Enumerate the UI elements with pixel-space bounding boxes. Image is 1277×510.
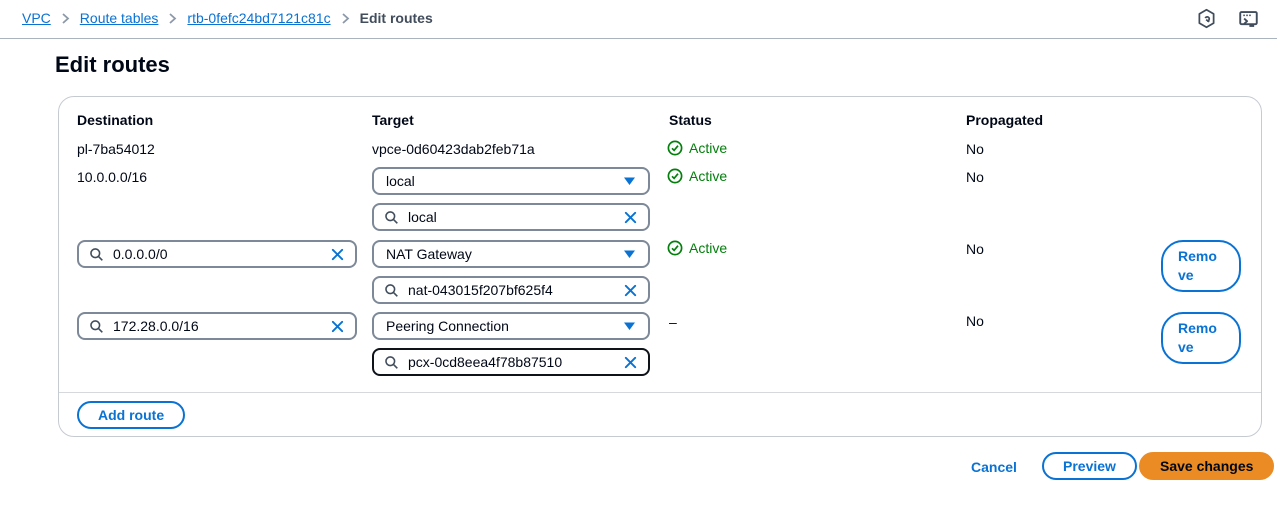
status-cell: Active: [667, 168, 727, 184]
page-title: Edit routes: [55, 52, 170, 78]
destination-input[interactable]: [113, 318, 321, 334]
search-icon: [384, 283, 399, 298]
clear-icon[interactable]: [330, 319, 345, 334]
target-select-value: local: [386, 173, 415, 189]
caret-down-icon: [623, 176, 636, 186]
target-search-input[interactable]: [408, 282, 614, 298]
propagated-text: No: [966, 313, 984, 329]
target-search-input[interactable]: [408, 209, 614, 225]
search-icon: [384, 210, 399, 225]
column-header-status: Status: [669, 112, 712, 128]
destination-search: [77, 312, 357, 340]
caret-down-icon: [623, 321, 636, 331]
target-search: [372, 276, 650, 304]
status-cell: Active: [667, 240, 727, 256]
status-label: Active: [689, 240, 727, 256]
route-destination-text: pl-7ba54012: [77, 141, 155, 157]
chevron-right-icon: [340, 12, 351, 25]
preview-button[interactable]: Preview: [1042, 452, 1137, 480]
caret-down-icon: [623, 249, 636, 259]
propagated-text: No: [966, 141, 984, 157]
breadcrumb: VPC Route tables rtb-0fefc24bd7121c81c E…: [22, 10, 433, 26]
status-active-icon: [667, 140, 683, 156]
target-select[interactable]: NAT Gateway: [372, 240, 650, 268]
chevron-right-icon: [60, 12, 71, 25]
clear-icon[interactable]: [623, 355, 638, 370]
card-divider: [59, 392, 1261, 393]
breadcrumb-route-table-id[interactable]: rtb-0fefc24bd7121c81c: [187, 10, 330, 26]
target-select-value: NAT Gateway: [386, 246, 472, 262]
propagated-text: No: [966, 241, 984, 257]
target-search: [372, 348, 650, 376]
breadcrumb-vpc[interactable]: VPC: [22, 10, 51, 26]
target-select[interactable]: local: [372, 167, 650, 195]
topbar-icons: [1197, 8, 1259, 29]
status-label: Active: [689, 140, 727, 156]
column-header-destination: Destination: [77, 112, 153, 128]
target-search: [372, 203, 650, 231]
remove-route-button[interactable]: Remove: [1161, 312, 1241, 364]
search-icon: [384, 355, 399, 370]
breadcrumb-route-tables[interactable]: Route tables: [80, 10, 159, 26]
status-label: –: [669, 314, 677, 330]
destination-input[interactable]: [113, 246, 321, 262]
search-icon: [89, 247, 104, 262]
status-label: Active: [689, 168, 727, 184]
status-active-icon: [667, 240, 683, 256]
route-destination-text: 10.0.0.0/16: [77, 169, 147, 185]
breadcrumb-bar: VPC Route tables rtb-0fefc24bd7121c81c E…: [0, 0, 1277, 39]
status-cell: Active: [667, 140, 727, 156]
cloudshell-icon[interactable]: [1238, 9, 1259, 29]
chevron-right-icon: [167, 12, 178, 25]
column-header-target: Target: [372, 112, 414, 128]
cancel-button[interactable]: Cancel: [971, 459, 1017, 475]
propagated-text: No: [966, 169, 984, 185]
breadcrumb-current: Edit routes: [360, 10, 433, 26]
add-route-button[interactable]: Add route: [77, 401, 185, 429]
target-search-input[interactable]: [408, 354, 614, 370]
target-select-value: Peering Connection: [386, 318, 509, 334]
save-changes-button[interactable]: Save changes: [1139, 452, 1274, 480]
search-icon: [89, 319, 104, 334]
column-header-propagated: Propagated: [966, 112, 1043, 128]
edit-routes-page: VPC Route tables rtb-0fefc24bd7121c81c E…: [0, 0, 1277, 510]
clear-icon[interactable]: [623, 283, 638, 298]
clear-icon[interactable]: [330, 247, 345, 262]
status-active-icon: [667, 168, 683, 184]
clear-icon[interactable]: [623, 210, 638, 225]
target-select[interactable]: Peering Connection: [372, 312, 650, 340]
routes-card: Destination Target Status Propagated pl-…: [58, 96, 1262, 437]
destination-search: [77, 240, 357, 268]
remove-route-button[interactable]: Remove: [1161, 240, 1241, 292]
amazon-q-icon[interactable]: [1197, 8, 1216, 29]
route-target-text: vpce-0d60423dab2feb71a: [372, 141, 535, 157]
